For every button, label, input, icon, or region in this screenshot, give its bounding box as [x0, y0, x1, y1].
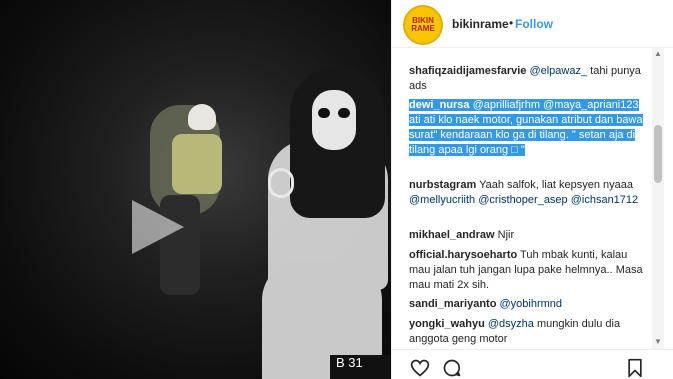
play-icon[interactable] [128, 198, 186, 256]
comment-user[interactable]: dewi_nursa [409, 99, 470, 111]
scrollbar-thumb[interactable] [654, 125, 662, 183]
comment-text: ati ati klo naek motor, gunakan atribut … [409, 114, 643, 156]
comments-list: shafiqzaidijamesfarvie @elpawaz_ tahi pu… [392, 60, 662, 352]
comment-icon[interactable] [442, 358, 462, 378]
comment-user[interactable]: official.harysoeharto [409, 249, 517, 261]
post-header: BIKIN RAME bikinrame • Follow [392, 0, 673, 48]
post-username[interactable]: bikinrame [452, 17, 509, 31]
comment-highlighted: dewi_nursa @aprilliafjrhm @maya_apriani1… [409, 98, 649, 158]
scooter-mirror [268, 168, 294, 198]
scroll-up-arrow-icon[interactable]: ▲ [653, 49, 663, 59]
officer-helmet [188, 104, 216, 130]
comment-user[interactable]: mikhael_andraw [409, 229, 495, 241]
avatar-logo-bottom: RAME [411, 24, 435, 33]
comment: yongki_wahyu @dsyzha mungkin dulu dia an… [409, 317, 649, 347]
post-panel: BIKIN RAME bikinrame • Follow shafiqzaid… [391, 0, 673, 379]
comment: nurbstagram Yaah salfok, liat kepsyen ny… [409, 178, 649, 208]
comment-text: Yaah salfok, liat kepsyen nyaaa [476, 179, 633, 191]
comment-mention[interactable]: @elpawaz_ [529, 65, 587, 77]
comment-mention[interactable]: @mellyucriith @cristhoper_asep @ichsan17… [409, 194, 638, 206]
comment: official.harysoeharto Tuh mbak kunti, ka… [409, 248, 649, 293]
comment-mention[interactable]: @dsyzha [488, 318, 534, 330]
comment-mention[interactable]: @yobihrmnd [499, 298, 562, 310]
officer-vest [172, 134, 222, 194]
comment: mikhael_andraw Njir [409, 228, 649, 243]
comment: sandi_mariyanto @yobihrmnd [409, 297, 649, 312]
comment-mention[interactable]: @aprilliafjrhm @maya_apriani123 [473, 99, 639, 111]
comment-user[interactable]: shafiqzaidijamesfarvie [409, 65, 526, 77]
avatar[interactable]: BIKIN RAME [403, 5, 443, 45]
comment-user[interactable]: sandi_mariyanto [409, 298, 496, 310]
follow-button[interactable]: Follow [515, 17, 553, 31]
action-bar [392, 349, 673, 379]
heart-icon[interactable] [410, 358, 430, 378]
scroll-down-arrow-icon[interactable]: ▼ [653, 337, 663, 347]
license-plate: B 31 [330, 355, 390, 379]
ghost-face [312, 90, 356, 150]
comment-text: Njir [494, 229, 515, 241]
bookmark-icon[interactable] [625, 358, 645, 378]
comments-scrollbar[interactable] [652, 48, 664, 349]
video-player[interactable]: B 31 [0, 0, 391, 379]
comment-user[interactable]: yongki_wahyu [409, 318, 485, 330]
comment-user[interactable]: nurbstagram [409, 179, 476, 191]
comment: shafiqzaidijamesfarvie @elpawaz_ tahi pu… [409, 64, 649, 94]
separator-dot: • [509, 16, 514, 30]
